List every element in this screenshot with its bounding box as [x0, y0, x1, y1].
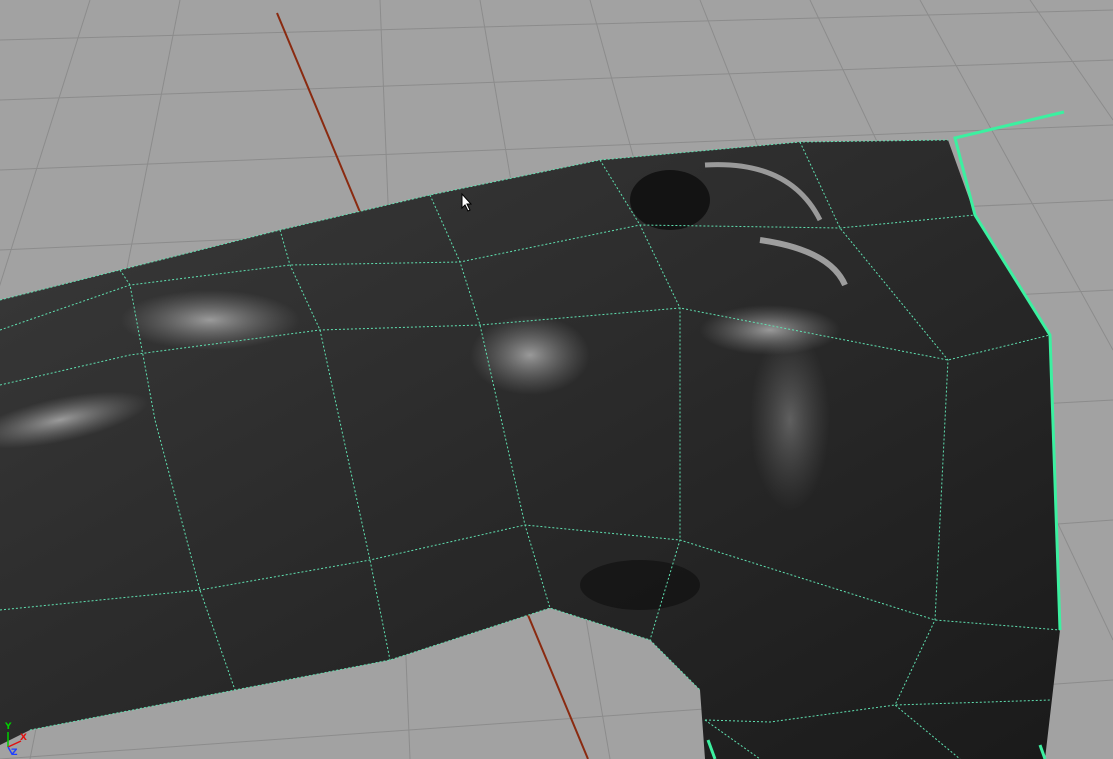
x-axis-label: X — [20, 733, 27, 743]
z-axis-label: Z — [11, 748, 18, 758]
3d-viewport[interactable]: Y X Z — [0, 0, 1113, 759]
scene — [0, 0, 1113, 759]
y-axis-label: Y — [5, 722, 12, 732]
mesh[interactable] — [0, 140, 1060, 759]
